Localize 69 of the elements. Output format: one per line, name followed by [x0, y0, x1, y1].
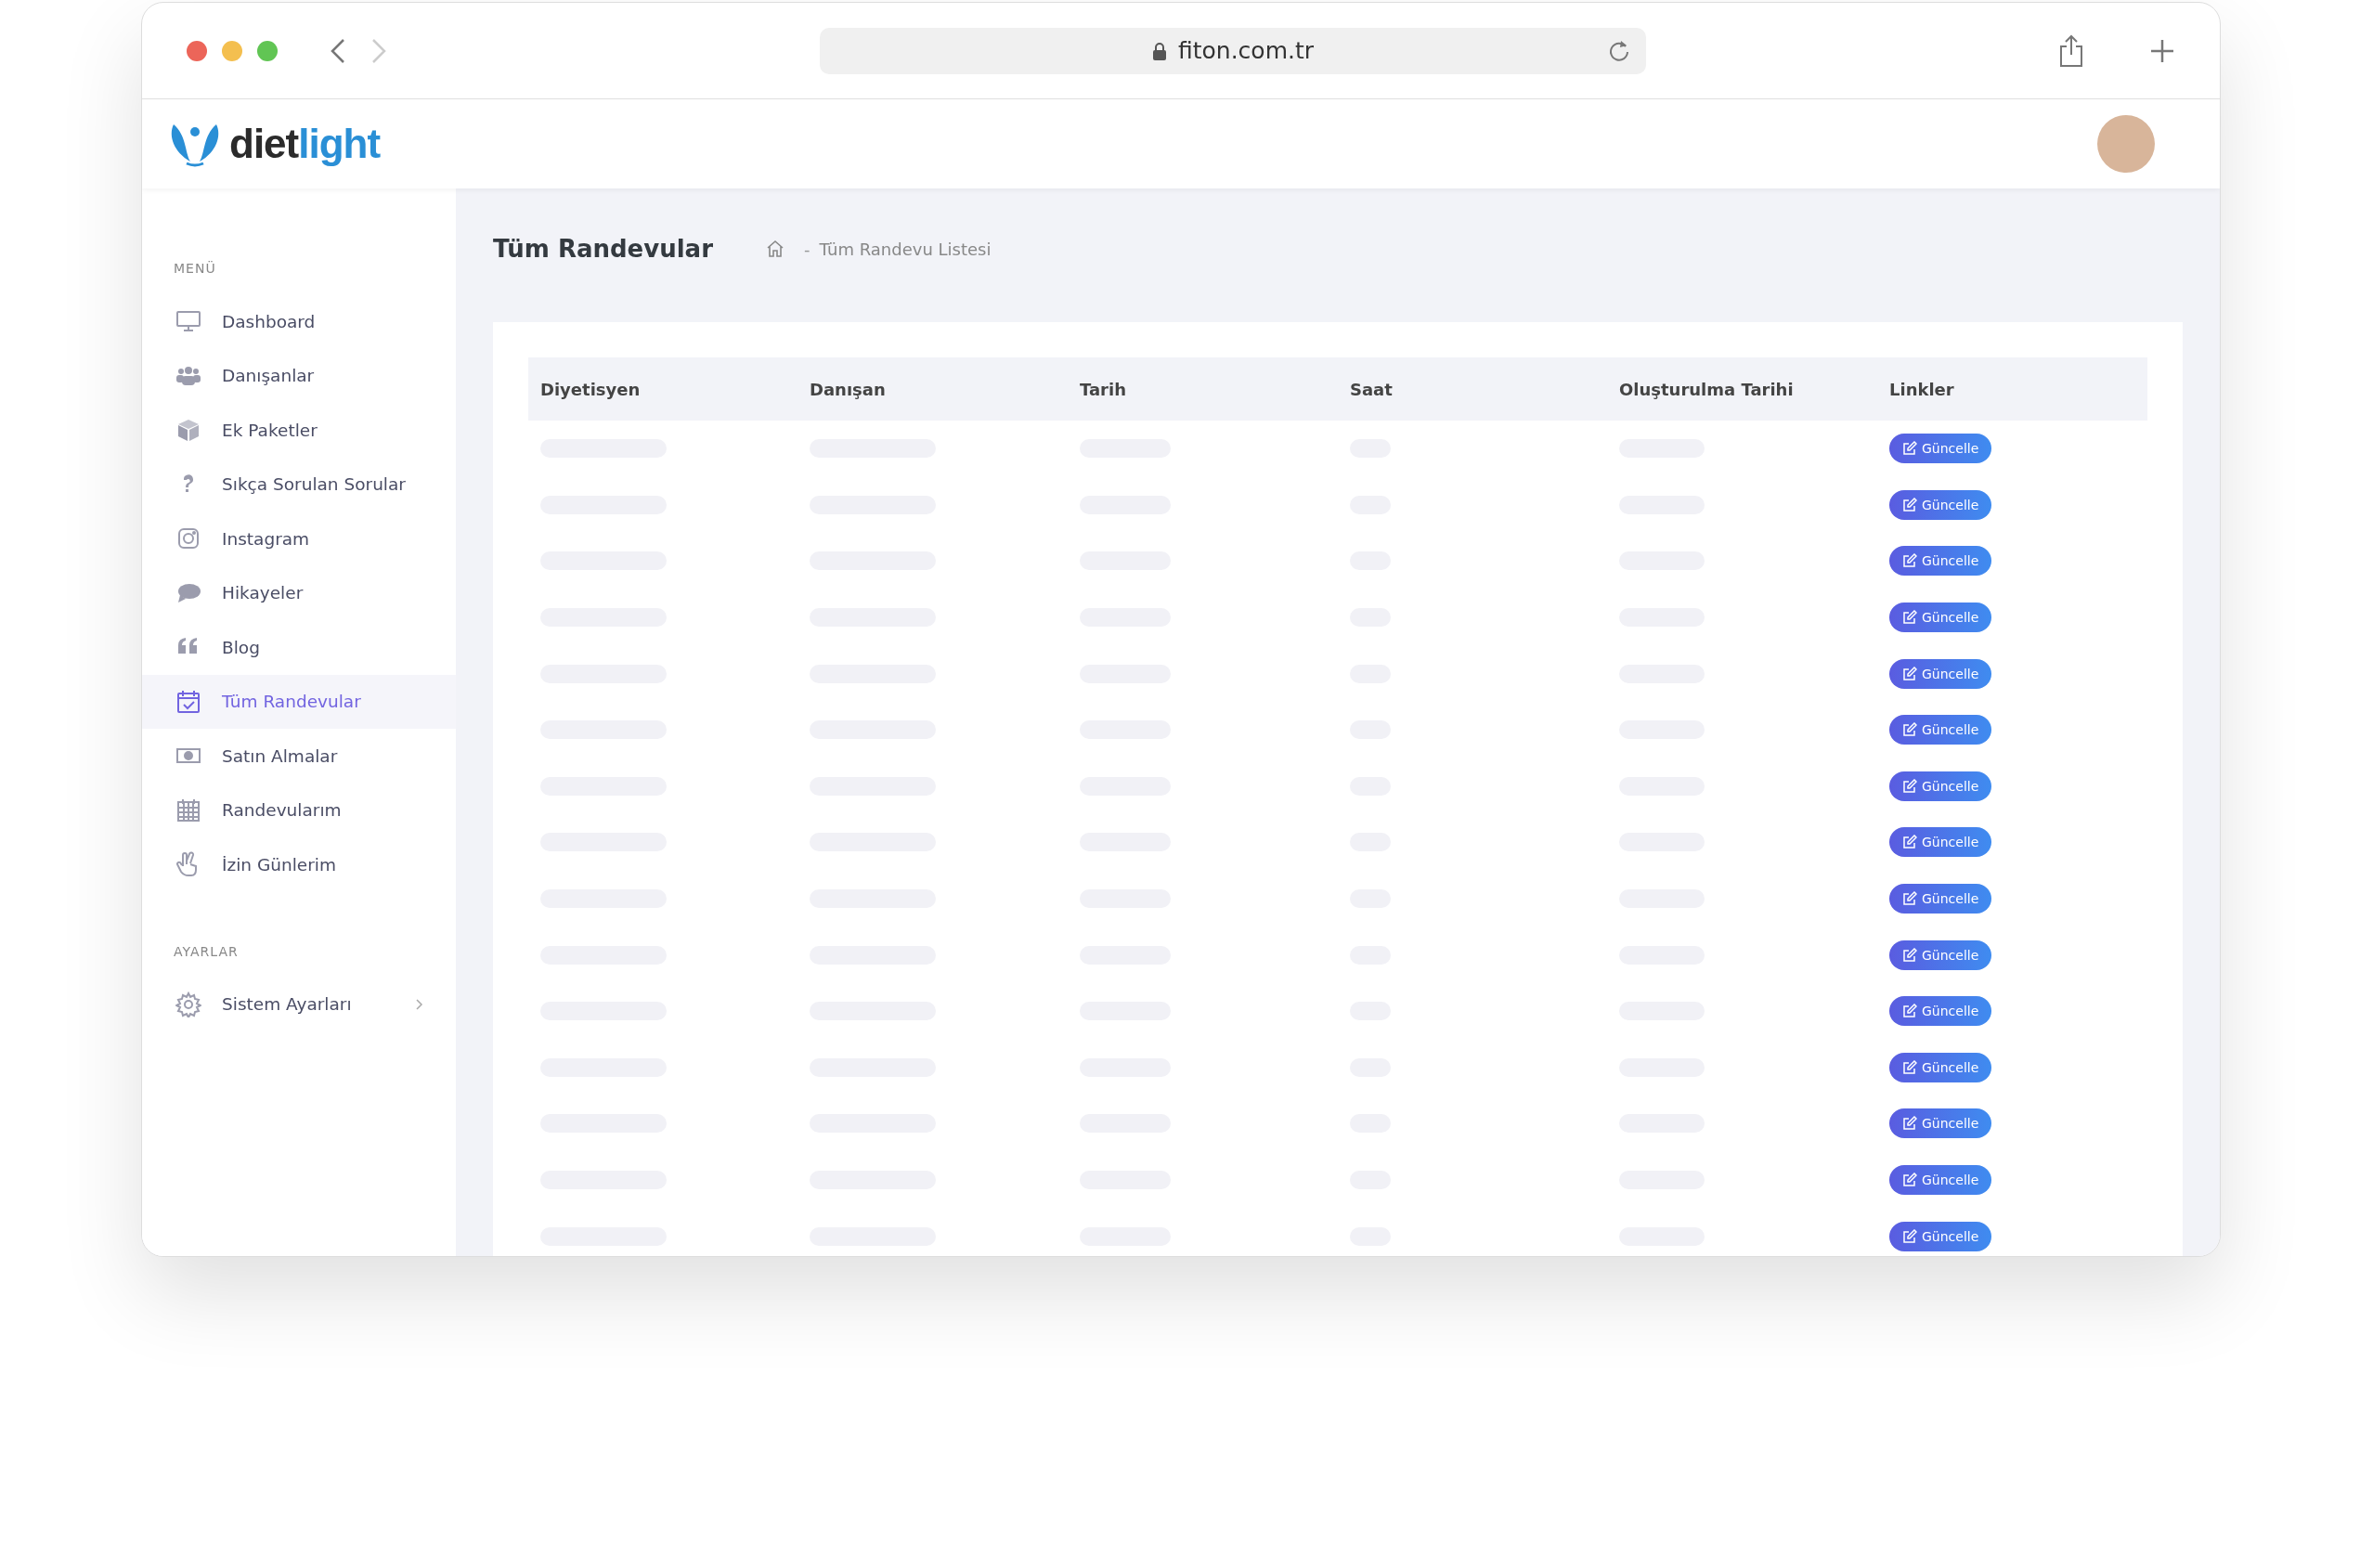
sidebar-item[interactable]: Instagram — [142, 512, 456, 566]
edit-icon — [1902, 778, 1917, 794]
sidebar-item[interactable]: Sistem Ayarları — [142, 977, 456, 1031]
edit-icon — [1902, 610, 1917, 626]
update-button[interactable]: Güncelle — [1889, 827, 1992, 858]
column-header: Oluşturulma Tarihi — [1618, 379, 1795, 399]
zoom-window-button[interactable] — [257, 40, 278, 61]
reload-icon[interactable] — [1607, 38, 1631, 63]
url-text: fiton.com.tr — [1177, 37, 1315, 64]
sidebar-item[interactable]: Blog — [142, 620, 456, 675]
update-button[interactable]: Güncelle — [1889, 1108, 1992, 1139]
cube-icon — [175, 417, 201, 444]
edit-icon — [1902, 1228, 1917, 1244]
update-button[interactable]: Güncelle — [1889, 434, 1992, 464]
sidebar-item[interactable]: Tüm Randevular — [142, 674, 456, 729]
column-header: Linkler — [1888, 379, 1955, 399]
sidebar-item[interactable]: Sıkça Sorulan Sorular — [142, 457, 456, 512]
back-icon[interactable] — [330, 36, 346, 65]
page-title: Tüm Randevular — [493, 235, 713, 263]
update-button[interactable]: Güncelle — [1889, 1221, 1992, 1251]
logo-text: dietlight — [229, 121, 381, 167]
calendar-check-icon — [175, 688, 201, 715]
sidebar-item[interactable]: İzin Günlerim — [142, 837, 456, 892]
settings-icon — [175, 991, 201, 1017]
update-button[interactable]: Güncelle — [1889, 489, 1992, 520]
edit-icon — [1902, 666, 1917, 681]
plus-icon[interactable] — [2149, 37, 2175, 64]
sidebar-item[interactable]: Dashboard — [142, 294, 456, 349]
address-bar[interactable]: fiton.com.tr — [820, 27, 1646, 74]
update-button[interactable]: Güncelle — [1889, 1052, 1992, 1082]
update-button[interactable]: Güncelle — [1889, 658, 1992, 689]
update-button[interactable]: Güncelle — [1889, 771, 1992, 801]
section-title: MENÜ — [173, 261, 217, 278]
update-button[interactable]: Güncelle — [1889, 715, 1992, 745]
edit-icon — [1902, 553, 1917, 569]
share-icon[interactable] — [2058, 33, 2084, 68]
edit-icon — [1902, 1173, 1917, 1187]
breadcrumb-item[interactable]: Tüm Randevu Listesi — [819, 239, 992, 259]
column-header: Saat — [1349, 379, 1394, 399]
sidebar-item[interactable]: Hikayeler — [142, 565, 456, 620]
section-title: AYARLAR — [173, 943, 240, 961]
edit-icon — [1902, 891, 1917, 907]
minimize-window-button[interactable] — [222, 40, 242, 61]
close-window-button[interactable] — [187, 40, 207, 61]
edit-icon — [1902, 835, 1917, 850]
update-button[interactable]: Güncelle — [1889, 546, 1992, 577]
breadcrumb-separator: - — [804, 239, 810, 259]
update-button[interactable]: Güncelle — [1889, 996, 1992, 1027]
calendar-icon — [175, 797, 201, 823]
update-button[interactable]: Güncelle — [1889, 884, 1992, 914]
edit-icon — [1902, 1059, 1917, 1075]
edit-icon — [1902, 441, 1917, 457]
update-button[interactable]: Güncelle — [1889, 940, 1992, 970]
edit-icon — [1902, 1004, 1917, 1019]
column-header: Tarih — [1079, 379, 1127, 399]
edit-icon — [1902, 722, 1917, 738]
sidebar-item[interactable]: Satın Almalar — [142, 729, 456, 784]
edit-icon — [1902, 947, 1917, 963]
sidebar-item[interactable]: Ek Paketler — [142, 403, 456, 458]
edit-icon — [1902, 497, 1917, 512]
home-icon[interactable] — [765, 239, 785, 259]
edit-icon — [1902, 1116, 1917, 1132]
lock-icon — [1151, 41, 1167, 60]
column-header: Danışan — [809, 379, 887, 399]
sidebar-item[interactable]: Randevularım — [142, 783, 456, 837]
update-button[interactable]: Güncelle — [1889, 603, 1992, 633]
sidebar-item[interactable]: Danışanlar — [142, 348, 456, 403]
update-button[interactable]: Güncelle — [1889, 1165, 1992, 1195]
column-header: Diyetisyen — [539, 379, 642, 399]
